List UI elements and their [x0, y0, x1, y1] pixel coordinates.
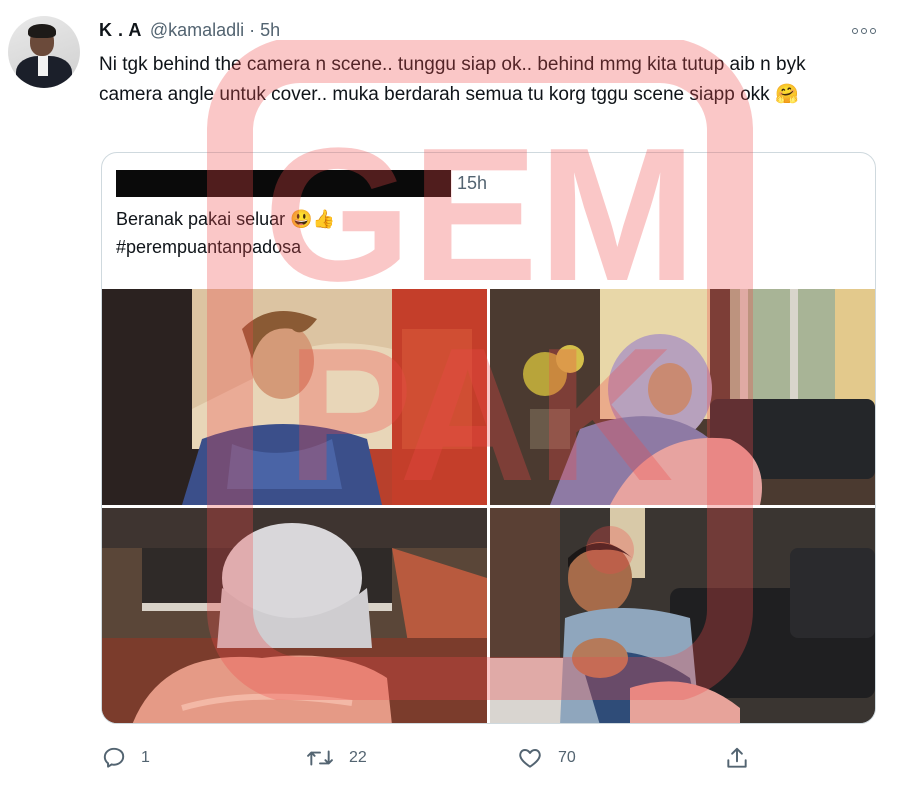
reply-icon: [103, 747, 125, 768]
display-name[interactable]: K . A: [99, 20, 142, 41]
hashtag-link[interactable]: #perempuantanpadosa: [116, 233, 816, 261]
avatar-hair: [28, 24, 56, 38]
tweet-time[interactable]: 5h: [260, 20, 280, 41]
more-icon[interactable]: [852, 24, 882, 38]
tweet[interactable]: K . A @kamaladli · 5h Ni tgk behind the …: [0, 0, 900, 793]
like-count: 70: [558, 749, 576, 766]
reply-button[interactable]: 1: [101, 740, 150, 776]
retweet-icon: [307, 750, 333, 766]
separator-dot: ·: [249, 19, 256, 40]
photo-3[interactable]: [102, 508, 487, 723]
photo-2[interactable]: [490, 289, 875, 505]
retweet-count: 22: [349, 749, 367, 766]
retweet-button[interactable]: 22: [305, 740, 367, 776]
share-button[interactable]: [724, 740, 750, 776]
quoted-time[interactable]: 15h: [457, 173, 487, 194]
user-handle[interactable]: @kamaladli: [150, 20, 244, 41]
action-bar: 1 22 70: [0, 740, 900, 776]
quoted-text-line-1: Beranak pakai seluar 😃👍: [116, 209, 335, 229]
photo-grid: [102, 289, 875, 723]
avatar[interactable]: [8, 16, 80, 88]
like-button[interactable]: 70: [516, 740, 576, 776]
avatar-shirt: [38, 56, 48, 76]
photo-1[interactable]: [102, 289, 487, 505]
tweet-header: K . A @kamaladli · 5h: [99, 18, 280, 42]
quoted-text: Beranak pakai seluar 😃👍 #perempuantanpad…: [116, 205, 816, 261]
share-icon: [727, 747, 747, 768]
photo-4[interactable]: [490, 508, 875, 723]
quoted-tweet[interactable]: 15h Beranak pakai seluar 😃👍 #perempuanta…: [101, 152, 876, 724]
tweet-text: Ni tgk behind the camera n scene.. tungg…: [99, 54, 806, 105]
heart-icon: [519, 749, 541, 768]
redacted-name-bar: [116, 170, 451, 197]
reply-count: 1: [141, 749, 150, 766]
